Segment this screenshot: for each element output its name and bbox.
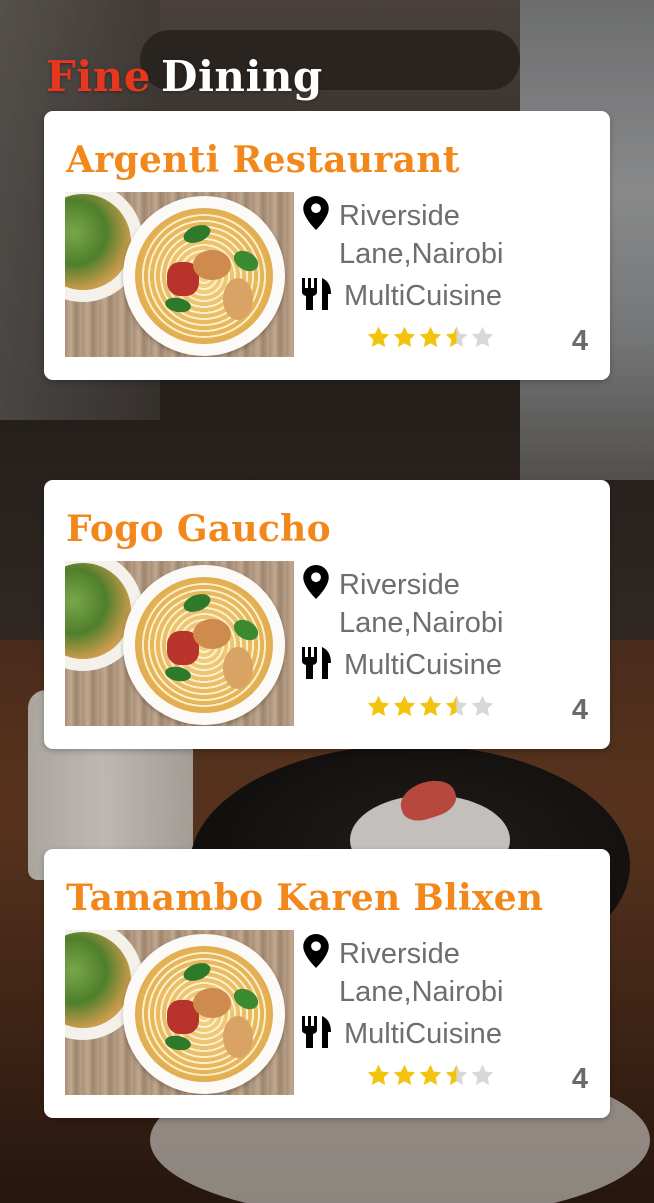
restaurant-cuisine: MultiCuisine: [344, 280, 502, 312]
star-rating: [366, 1063, 495, 1089]
restaurant-card[interactable]: Tamambo Karen Blixen Riverside Lane,Nair…: [44, 849, 610, 1118]
page-title: Fine Dining: [46, 52, 323, 101]
star-rating: [366, 325, 495, 351]
star-icon: [445, 1064, 468, 1085]
fork-knife-icon: [302, 1016, 331, 1048]
restaurant-card[interactable]: Argenti Restaurant Riverside Lane,Nairob…: [44, 111, 610, 380]
restaurant-thumbnail: [65, 930, 294, 1095]
star-icon: [367, 1064, 390, 1085]
page-title-word-fine: Fine: [46, 52, 152, 101]
fork-knife-icon: [302, 278, 331, 310]
star-icon: [393, 695, 416, 716]
star-rating: [366, 694, 495, 720]
restaurant-name: Fogo Gaucho: [66, 508, 331, 550]
star-icon: [393, 326, 416, 347]
page-title-word-dining: Dining: [161, 52, 323, 101]
restaurant-name: Tamambo Karen Blixen: [66, 877, 544, 919]
star-icon: [471, 326, 494, 347]
map-pin-icon: [303, 565, 329, 599]
star-icon: [471, 695, 494, 716]
rating-value: 4: [571, 1063, 588, 1095]
star-icon: [419, 695, 442, 716]
map-pin-icon: [303, 196, 329, 230]
restaurant-thumbnail: [65, 192, 294, 357]
star-icon: [367, 695, 390, 716]
restaurant-cuisine: MultiCuisine: [344, 649, 502, 681]
star-icon: [419, 326, 442, 347]
map-pin-icon: [303, 934, 329, 968]
star-icon: [367, 326, 390, 347]
fork-knife-icon: [302, 647, 331, 679]
restaurant-address: Riverside Lane,Nairobi: [339, 569, 504, 639]
restaurant-cuisine: MultiCuisine: [344, 1018, 502, 1050]
restaurant-card[interactable]: Fogo Gaucho Riverside Lane,Nairobi Multi…: [44, 480, 610, 749]
rating-value: 4: [571, 694, 588, 726]
star-icon: [445, 326, 468, 347]
restaurant-thumbnail: [65, 561, 294, 726]
star-icon: [393, 1064, 416, 1085]
restaurant-address: Riverside Lane,Nairobi: [339, 938, 504, 1008]
star-icon: [471, 1064, 494, 1085]
restaurant-name: Argenti Restaurant: [66, 139, 460, 181]
rating-value: 4: [571, 325, 588, 357]
star-icon: [419, 1064, 442, 1085]
star-icon: [445, 695, 468, 716]
restaurant-address: Riverside Lane,Nairobi: [339, 200, 504, 270]
